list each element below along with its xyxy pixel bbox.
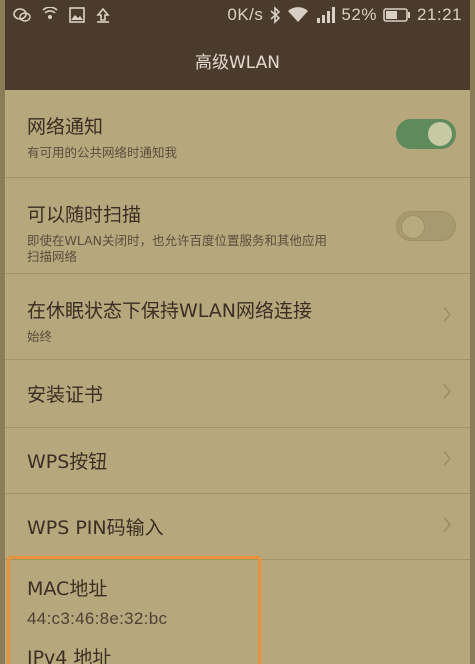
chevron-right-icon xyxy=(442,305,452,328)
chevron-right-icon xyxy=(442,382,452,405)
battery-percent: 52% xyxy=(341,5,377,24)
device-frame-right xyxy=(470,0,475,664)
wps-pin-row[interactable]: WPS PIN码输入 xyxy=(5,494,470,560)
settings-list: 网络通知 有可用的公共网络时通知我 可以随时扫描 即使在WLAN关闭时，也允许百… xyxy=(5,90,470,664)
wechat-icon xyxy=(13,7,31,23)
scan-always-subtitle: 即使在WLAN关闭时，也允许百度位置服务和其他应用 扫描网络 xyxy=(27,233,450,265)
install-cert-row[interactable]: 安装证书 xyxy=(5,360,470,428)
keep-wlan-sleep-subtitle: 始终 xyxy=(27,329,53,344)
status-bar: 0K/s 52% 21:21 xyxy=(5,0,470,30)
upload-icon xyxy=(95,7,111,23)
chevron-right-icon xyxy=(442,515,452,538)
network-notify-subtitle: 有可用的公共网络时通知我 xyxy=(27,145,178,160)
scan-always-subtitle-line2: 扫描网络 xyxy=(27,249,78,264)
keep-wlan-sleep-row[interactable]: 在休眠状态下保持WLAN网络连接 始终 xyxy=(5,274,470,360)
wifi-icon xyxy=(287,6,309,24)
signal-icon xyxy=(315,6,336,24)
mac-label: MAC地址 xyxy=(27,578,108,600)
address-info: MAC地址 44:c3:46:8e:32:bc IPv4 地址 xyxy=(5,560,470,664)
bluetooth-icon xyxy=(269,6,281,24)
ipv4-label: IPv4 地址 xyxy=(27,647,112,664)
wps-button-row[interactable]: WPS按钮 xyxy=(5,428,470,494)
scan-always-title: 可以随时扫描 xyxy=(27,204,142,226)
toggle-knob xyxy=(401,214,425,239)
wps-pin-title: WPS PIN码输入 xyxy=(27,517,164,539)
network-speed: 0K/s xyxy=(227,5,264,24)
scan-always-subtitle-line1: 即使在WLAN关闭时，也允许百度位置服务和其他应用 xyxy=(27,233,328,248)
keep-wlan-sleep-title: 在休眠状态下保持WLAN网络连接 xyxy=(27,300,313,322)
battery-icon xyxy=(383,8,411,22)
image-icon xyxy=(69,7,85,23)
install-cert-title: 安装证书 xyxy=(27,384,104,406)
network-notify-title: 网络通知 xyxy=(27,116,104,138)
mac-value: 44:c3:46:8e:32:bc xyxy=(27,609,168,628)
scan-always-toggle[interactable] xyxy=(396,210,456,241)
screen: 0K/s 52% 21:21 高级WLAN 网络通知 有可用的公共网络时通知我 xyxy=(5,0,470,664)
wifi-hotspot-icon xyxy=(41,7,59,23)
wps-button-title: WPS按钮 xyxy=(27,451,108,473)
toggle-knob xyxy=(428,121,452,146)
chevron-right-icon xyxy=(442,449,452,472)
page-title: 高级WLAN xyxy=(194,52,281,73)
network-notify-toggle[interactable] xyxy=(396,118,456,149)
title-bar: 高级WLAN xyxy=(5,30,470,90)
clock: 21:21 xyxy=(416,5,462,24)
network-notify-row[interactable]: 网络通知 有可用的公共网络时通知我 xyxy=(5,90,470,178)
scan-always-row[interactable]: 可以随时扫描 即使在WLAN关闭时，也允许百度位置服务和其他应用 扫描网络 xyxy=(5,178,470,274)
